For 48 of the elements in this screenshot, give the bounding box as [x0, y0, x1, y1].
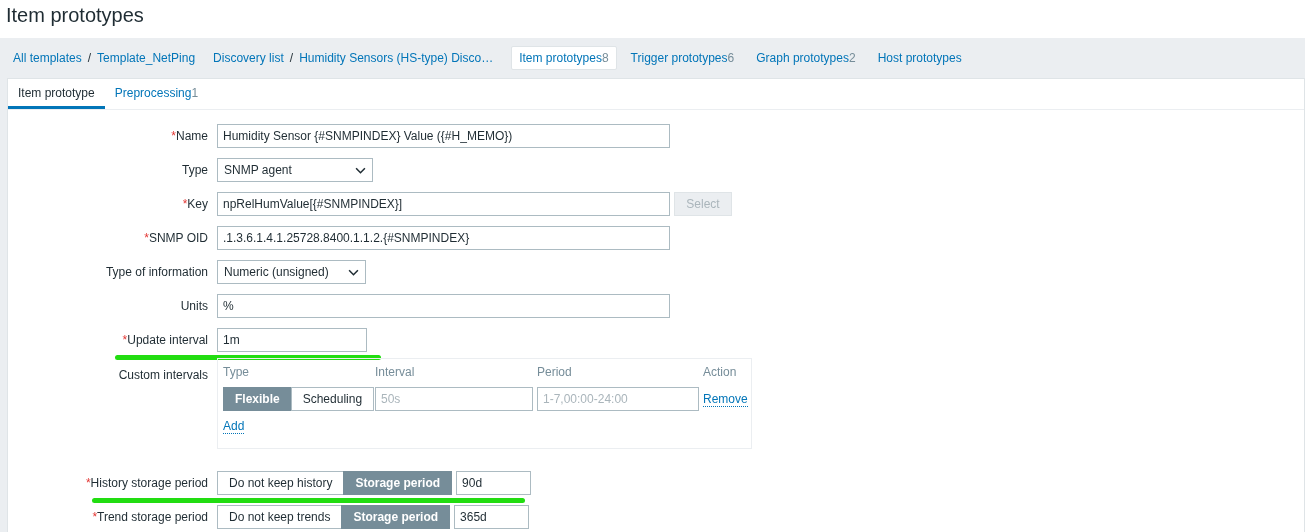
text-field[interactable]: 365d [454, 505, 530, 529]
text-field[interactable]: % [217, 294, 670, 318]
interval-field[interactable]: 50s [375, 387, 533, 411]
form-tab[interactable]: Preprocessing1 [104, 79, 209, 109]
segment-button[interactable]: Do not keep trends [217, 505, 343, 529]
nav-tab[interactable]: Item prototypes8 [511, 46, 617, 70]
field-label: Type of information [105, 265, 208, 279]
segment-button[interactable]: Storage period [341, 505, 451, 529]
chevron-down-icon [348, 268, 359, 276]
text-field[interactable]: npRelHumValue[{#SNMPINDEX}] [217, 192, 670, 216]
nav-tab[interactable]: Trigger prototypes6 [622, 46, 743, 70]
breadcrumb-link[interactable]: Template_NetPing [97, 51, 196, 65]
segment-button[interactable]: Flexible [223, 387, 292, 411]
form-tab[interactable]: Item prototype [8, 79, 105, 109]
field-label: *SNMP OID [144, 231, 208, 245]
dropdown[interactable]: Numeric (unsigned) [217, 260, 366, 284]
field-label: Units [180, 299, 208, 313]
page-title: Item prototypes [0, 0, 1305, 38]
breadcrumb-separator: / [87, 51, 92, 65]
field-label: *Name [171, 129, 208, 143]
field-label: Type [182, 163, 208, 177]
text-field[interactable]: Humidity Sensor {#SNMPINDEX} Value ({#H_MEMO}) [217, 124, 670, 148]
text-field[interactable]: .1.3.6.1.4.1.25728.8400.1.1.2.{#SNMPINDEX} [217, 226, 670, 250]
field-label: *Update interval [122, 333, 208, 347]
segment-button[interactable]: Do not keep history [217, 471, 345, 495]
breadcrumb-link[interactable]: Humidity Sensors (HS-type) Disco… [299, 51, 494, 65]
text-field[interactable]: 90d [456, 471, 532, 495]
add-link[interactable]: Add [223, 419, 245, 434]
segment-button[interactable]: Storage period [343, 471, 453, 495]
column-header: Type [223, 365, 250, 379]
breadcrumb-link[interactable]: Discovery list [213, 51, 284, 65]
column-header: Action [703, 365, 738, 379]
breadcrumb-separator: / [289, 51, 294, 65]
column-header: Period [537, 365, 573, 379]
field-label: *History storage period [85, 476, 208, 490]
period-field[interactable]: 1-7,00:00-24:00 [537, 387, 699, 411]
column-header: Interval [375, 365, 416, 379]
field-label: *Trend storage period [92, 510, 208, 524]
nav-tab[interactable]: Host prototypes [869, 46, 970, 70]
text-field[interactable]: 1m [217, 328, 367, 352]
field-label: *Key [182, 197, 208, 211]
chevron-down-icon [355, 166, 366, 174]
nav-tab[interactable]: Graph prototypes2 [748, 46, 864, 70]
field-label: Custom intervals [118, 368, 208, 382]
segment-button[interactable]: Scheduling [290, 387, 375, 411]
dropdown[interactable]: SNMP agent [217, 158, 373, 182]
remove-link[interactable]: Remove [703, 391, 748, 407]
breadcrumb-link[interactable]: All templates [13, 51, 82, 65]
